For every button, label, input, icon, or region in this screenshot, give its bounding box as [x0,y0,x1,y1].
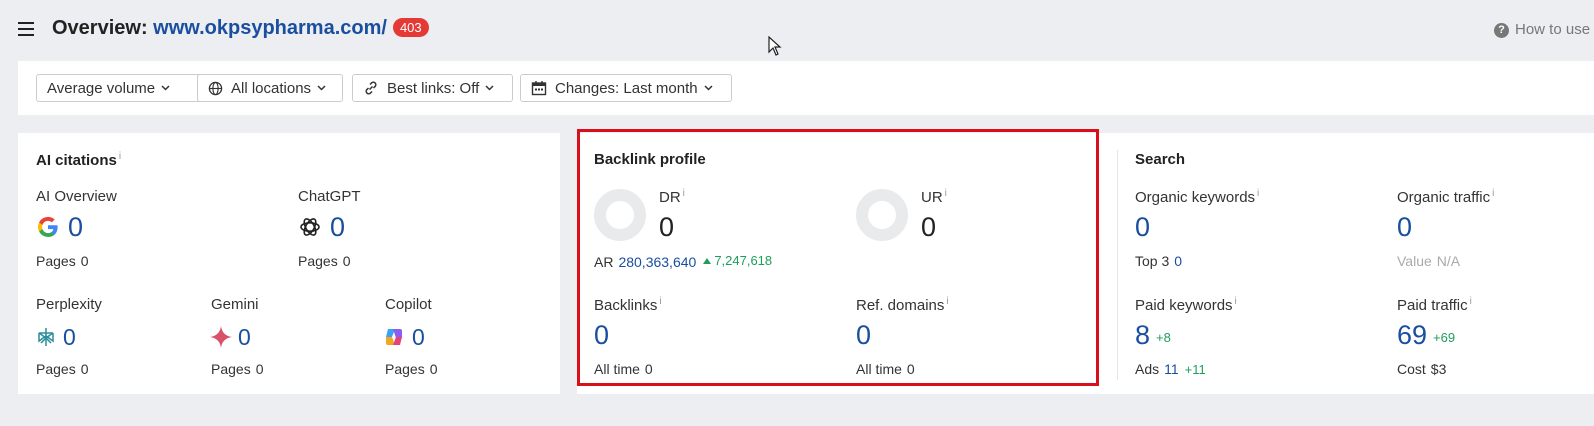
menu-icon[interactable] [18,22,34,36]
organic-keywords-label: Organic keywords i [1135,188,1260,206]
mouse-cursor-icon [768,36,782,56]
chevron-down-icon [317,85,326,91]
chevron-down-icon [161,85,170,91]
dropdown-label: Changes: Last month [555,79,698,97]
paid-ads-row: Ads 11 +11 [1135,361,1206,377]
perplexity-label: Perplexity [36,296,102,313]
info-icon[interactable]: i [1257,188,1259,199]
search-title: Search [1135,151,1186,168]
paid-keywords-label: Paid keywords i [1135,296,1237,314]
gemini-icon [210,326,232,348]
info-icon[interactable]: i [1235,296,1237,307]
google-icon [37,216,58,238]
chatgpt-label: ChatGPT [298,188,361,205]
locations-dropdown[interactable]: All locations [197,74,343,102]
paid-traffic-label: Paid traffic i [1397,296,1472,314]
chatgpt-value[interactable]: 0 [330,212,345,242]
help-icon: ? [1494,23,1509,38]
perplexity-icon [38,328,54,346]
title-prefix: Overview: [52,17,154,39]
perplexity-value[interactable]: 0 [63,322,76,352]
status-badge: 403 [392,18,429,37]
organic-top3: Top 30 [1135,253,1183,269]
page-title: Overview: www.okpsypharma.com/403 [52,17,429,40]
copilot-icon [386,329,402,345]
ai-overview-label: AI Overview [36,188,117,205]
gemini-pages: Pages 0 [211,361,264,377]
ai-overview-value[interactable]: 0 [68,212,83,242]
chatgpt-icon [300,218,320,236]
chevron-down-icon [485,85,494,91]
backlink-profile-highlight [577,129,1099,386]
dropdown-label: All locations [231,79,312,97]
chevron-down-icon [704,85,713,91]
copilot-value[interactable]: 0 [412,322,425,352]
site-url-link[interactable]: www.okpsypharma.com/ [153,17,387,39]
ai-citations-title: AI citations i [36,151,122,169]
organic-traffic-label: Organic traffic i [1397,188,1495,206]
calendar-icon [531,80,547,96]
perplexity-pages: Pages 0 [36,361,89,377]
top-bar: Overview: www.okpsypharma.com/403 ? How t… [0,0,1594,60]
organic-keywords-value[interactable]: 0 [1135,212,1150,242]
how-to-use-label: How to use [1515,21,1591,38]
paid-keywords-value[interactable]: 8 +8 [1135,320,1171,353]
link-icon [363,80,379,96]
changes-period-dropdown[interactable]: Changes: Last month [520,74,732,102]
paid-keywords-delta: +8 [1156,330,1171,345]
dropdown-label: Average volume [47,79,156,97]
organic-traffic-value-row: Value N/A [1397,253,1461,269]
paid-traffic-delta: +69 [1433,330,1456,345]
copilot-label: Copilot [385,296,432,313]
gemini-label: Gemini [211,296,259,313]
info-icon[interactable]: i [119,151,121,162]
how-to-use-link[interactable]: ? How to use [1494,21,1590,38]
copilot-pages: Pages 0 [385,361,438,377]
paid-cost-row: Cost $3 [1397,361,1447,377]
info-icon[interactable]: i [1492,188,1494,199]
dropdown-label: Best links: Off [387,79,480,97]
best-links-dropdown[interactable]: Best links: Off [352,74,513,102]
section-divider [1117,150,1118,380]
organic-traffic-value[interactable]: 0 [1397,212,1412,242]
info-icon[interactable]: i [1470,296,1472,307]
average-volume-dropdown[interactable]: Average volume [36,74,206,102]
ai-overview-pages: Pages 0 [36,253,89,269]
paid-traffic-value[interactable]: 69 +69 [1397,320,1455,353]
chatgpt-pages: Pages 0 [298,253,351,269]
ai-citations-card [18,133,560,394]
filter-bar: Average volume All locations Best links:… [18,61,1594,115]
gemini-value[interactable]: 0 [238,322,251,352]
globe-icon [208,81,223,96]
